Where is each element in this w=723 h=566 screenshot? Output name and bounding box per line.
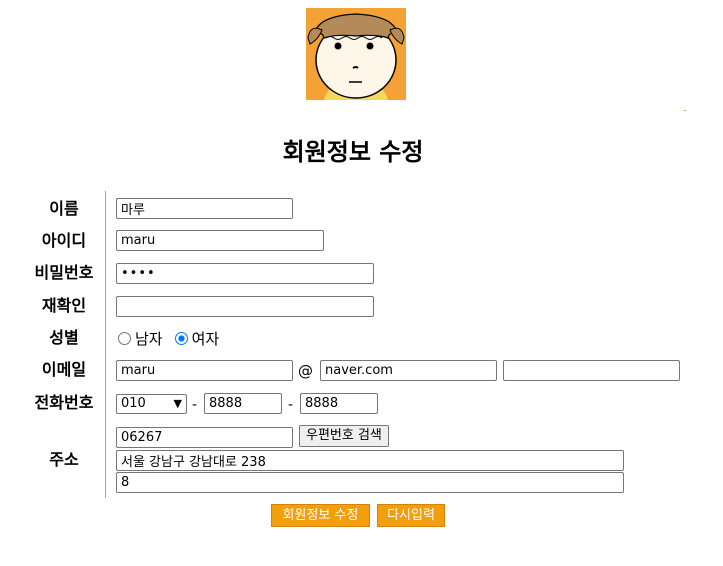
gender-female-label: 여자 [191,329,220,348]
zipcode-search-button[interactable]: 우편번호 검색 [299,425,389,447]
label-name: 이름 [49,199,79,218]
label-gender: 성별 [49,328,79,347]
email-domain-input[interactable] [320,360,497,381]
zipcode-input[interactable] [116,427,293,448]
password-input[interactable] [116,263,374,284]
label-email: 이메일 [41,360,87,379]
form-divider [105,191,106,498]
label-phone: 전화번호 [34,393,94,412]
chevron-down-icon: ▼ [173,397,182,410]
submit-update-button[interactable]: 회원정보 수정 [271,504,370,527]
cartoon-face-avatar-icon [306,8,406,100]
address-line2-input[interactable] [116,472,624,493]
gender-radio-female[interactable] [174,331,188,345]
gender-radio-male[interactable] [118,331,131,345]
page-title: 회원정보 수정 [282,138,424,166]
phone-separator-1: - [192,397,198,413]
email-custom-input[interactable] [503,360,680,381]
address-line1-input[interactable] [116,450,624,471]
gender-radio-group: 남자 여자 [118,327,231,349]
label-userid: 아이디 [41,231,87,250]
email-user-input[interactable] [116,360,293,381]
phone-prefix-value: 010 [121,396,146,411]
phone-prefix-select[interactable]: 010 ▼ [116,394,187,414]
label-password: 비밀번호 [34,263,94,282]
phone-middle-input[interactable] [204,393,282,414]
profile-avatar [306,8,406,100]
userid-input[interactable] [116,230,324,251]
phone-separator-2: - [288,397,294,413]
label-address: 주소 [49,450,79,469]
label-password-confirm: 재확인 [41,296,87,315]
name-input[interactable] [116,198,293,219]
gender-male-label: 남자 [135,329,163,348]
phone-last-input[interactable] [300,393,378,414]
reset-button[interactable]: 다시입력 [377,504,445,527]
decorative-dot [684,110,686,111]
password-confirm-input[interactable] [116,296,374,317]
email-at-sign: @ [298,362,313,380]
